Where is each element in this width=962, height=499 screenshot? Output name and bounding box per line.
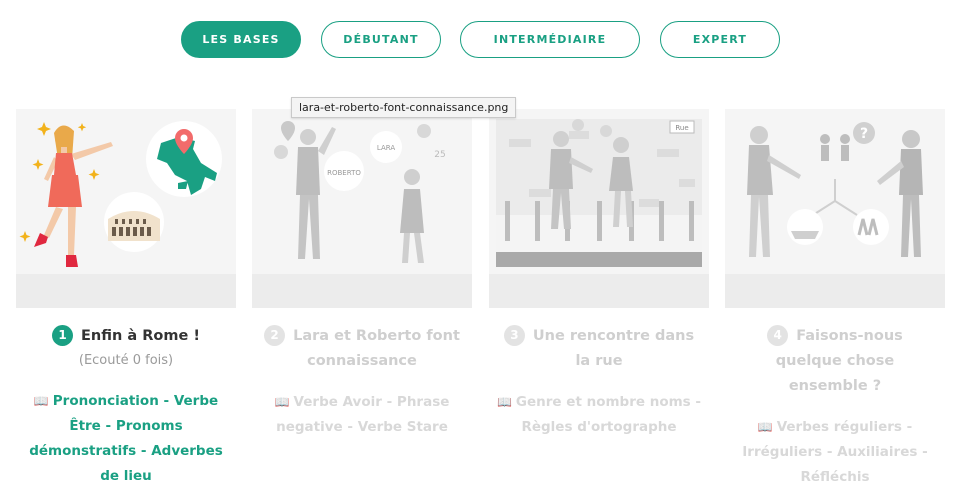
lesson-thumbnail-4[interactable]: ? [725, 109, 945, 308]
lesson-listen-count: (Ecouté 0 fois) [78, 353, 174, 368]
lesson-thumbnail-1[interactable] [16, 109, 236, 308]
street-sign: Rue [675, 124, 688, 132]
book-icon: 📖 [757, 420, 773, 434]
bubble-age: 25 [434, 150, 445, 160]
lesson-title[interactable]: Enfin à Rome ! [81, 328, 200, 344]
tab-expert[interactable]: EXPERT [660, 21, 780, 58]
lesson-number-badge: 2 [264, 325, 286, 346]
bubble-roberto: ROBERTO [327, 169, 361, 177]
rome-illustration [19, 121, 222, 267]
plans-together-illustration: ? [747, 122, 923, 257]
lesson-title[interactable]: Une rencontre dans la rue [533, 328, 694, 369]
tab-debutant[interactable]: DÉBUTANT [321, 21, 441, 58]
level-tabs: LES BASES DÉBUTANT INTERMÉDIAIRE EXPERT [0, 21, 962, 58]
thumbnail-floor [489, 274, 709, 308]
image-filename-tooltip: lara-et-roberto-font-connaissance.png [291, 97, 517, 118]
lesson-title-row[interactable]: 3 Une rencontre dans la rue [489, 324, 709, 374]
lesson-topics: 📖 Prononciation - Verbe Être - Pronoms dé… [16, 389, 236, 489]
lesson-topics: 📖 Genre et nombre noms - Règles d'ortogra… [489, 390, 709, 440]
lesson-topics-text: Verbe Avoir - Phrase negative - Verbe St… [276, 394, 450, 435]
lesson-topics: 📖 Verbes réguliers - Irréguliers - Auxili… [725, 415, 945, 490]
lesson-card-2[interactable]: ROBERTO LARA 25 2 Lara et Roberto font co… [252, 109, 472, 440]
tab-intermediaire[interactable]: INTERMÉDIAIRE [460, 21, 640, 58]
book-icon: 📖 [496, 395, 512, 409]
lesson-thumbnail-2[interactable]: ROBERTO LARA 25 [252, 109, 472, 308]
lesson-card-3[interactable]: Rue 3 Une rencontre dans la rue 📖 Genre … [489, 109, 709, 440]
lesson-title-row[interactable]: 1 Enfin à Rome ! [16, 324, 236, 349]
lesson-topics-text: Genre et nombre noms - Règles d'ortograp… [515, 394, 702, 435]
lara-roberto-illustration: ROBERTO LARA 25 [274, 121, 446, 263]
lesson-topics: 📖 Verbe Avoir - Phrase negative - Verbe S… [252, 390, 472, 440]
lesson-title[interactable]: Lara et Roberto font connaissance [293, 328, 460, 369]
lesson-topics-text: Prononciation - Verbe Être - Pronoms dém… [29, 393, 223, 484]
lesson-thumbnail-3[interactable]: Rue [489, 109, 709, 308]
lesson-title-row[interactable]: 4 Faisons-nous quelque chose ensemble ? [725, 324, 945, 399]
bubble-lara: LARA [377, 144, 395, 152]
lesson-title[interactable]: Faisons-nous quelque chose ensemble ? [776, 328, 903, 394]
lesson-title-row[interactable]: 2 Lara et Roberto font connaissance [252, 324, 472, 374]
lesson-number-badge: 3 [503, 325, 525, 346]
lesson-card-4[interactable]: ? 4 Faisons-nous quelque chose ensemble ?… [725, 109, 945, 490]
question-mark-icon: ? [860, 126, 868, 142]
lesson-number-badge: 4 [767, 325, 789, 346]
book-icon: 📖 [33, 394, 49, 408]
lesson-card-1[interactable]: 1 Enfin à Rome ! (Ecouté 0 fois) 📖 Prononc… [16, 109, 236, 489]
lesson-number-badge: 1 [52, 325, 74, 346]
book-icon: 📖 [274, 395, 290, 409]
tab-les-bases[interactable]: LES BASES [181, 21, 301, 58]
